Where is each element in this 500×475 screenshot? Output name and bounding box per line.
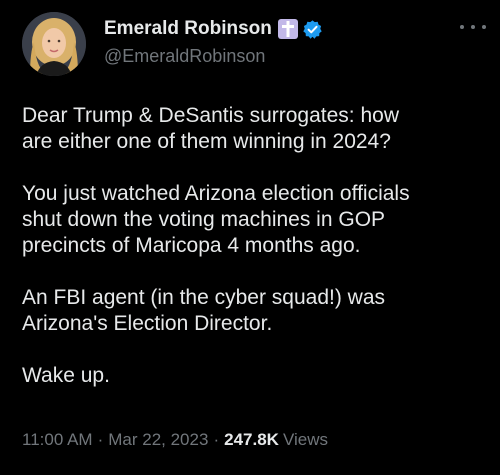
tweet-paragraph: An FBI agent (in the cyber squad!) was A… bbox=[22, 286, 386, 335]
tweet: Emerald Robinson @EmeraldRobinson Dear T… bbox=[0, 0, 500, 475]
meta-separator: · bbox=[97, 430, 104, 449]
tweet-paragraph: Dear Trump & DeSantis surrogates: how ar… bbox=[22, 104, 399, 153]
tweet-text: Dear Trump & DeSantis surrogates: how ar… bbox=[22, 103, 492, 415]
display-name[interactable]: Emerald Robinson bbox=[104, 18, 272, 40]
tweet-metadata: 11:00 AM · Mar 22, 2023 · 247.8K Views bbox=[22, 430, 328, 450]
meta-separator: · bbox=[213, 430, 220, 449]
more-horizontal-icon[interactable] bbox=[460, 20, 486, 34]
cross-icon bbox=[277, 19, 298, 39]
more-dot bbox=[460, 25, 464, 29]
verified-badge-icon[interactable] bbox=[302, 19, 323, 40]
tweet-time[interactable]: 11:00 AM bbox=[22, 430, 93, 450]
name-row: Emerald Robinson bbox=[104, 16, 323, 42]
tweet-paragraph: You just watched Arizona election offici… bbox=[22, 182, 410, 257]
author-block: Emerald Robinson @EmeraldRobinson bbox=[104, 16, 323, 67]
tweet-date[interactable]: Mar 22, 2023 bbox=[108, 430, 208, 450]
avatar[interactable] bbox=[22, 12, 86, 76]
more-dot bbox=[471, 25, 475, 29]
more-dot bbox=[482, 25, 486, 29]
handle[interactable]: @EmeraldRobinson bbox=[104, 46, 323, 67]
views-count[interactable]: 247.8K bbox=[224, 430, 279, 450]
tweet-paragraph: Wake up. bbox=[22, 364, 110, 387]
views-label: Views bbox=[282, 430, 328, 449]
